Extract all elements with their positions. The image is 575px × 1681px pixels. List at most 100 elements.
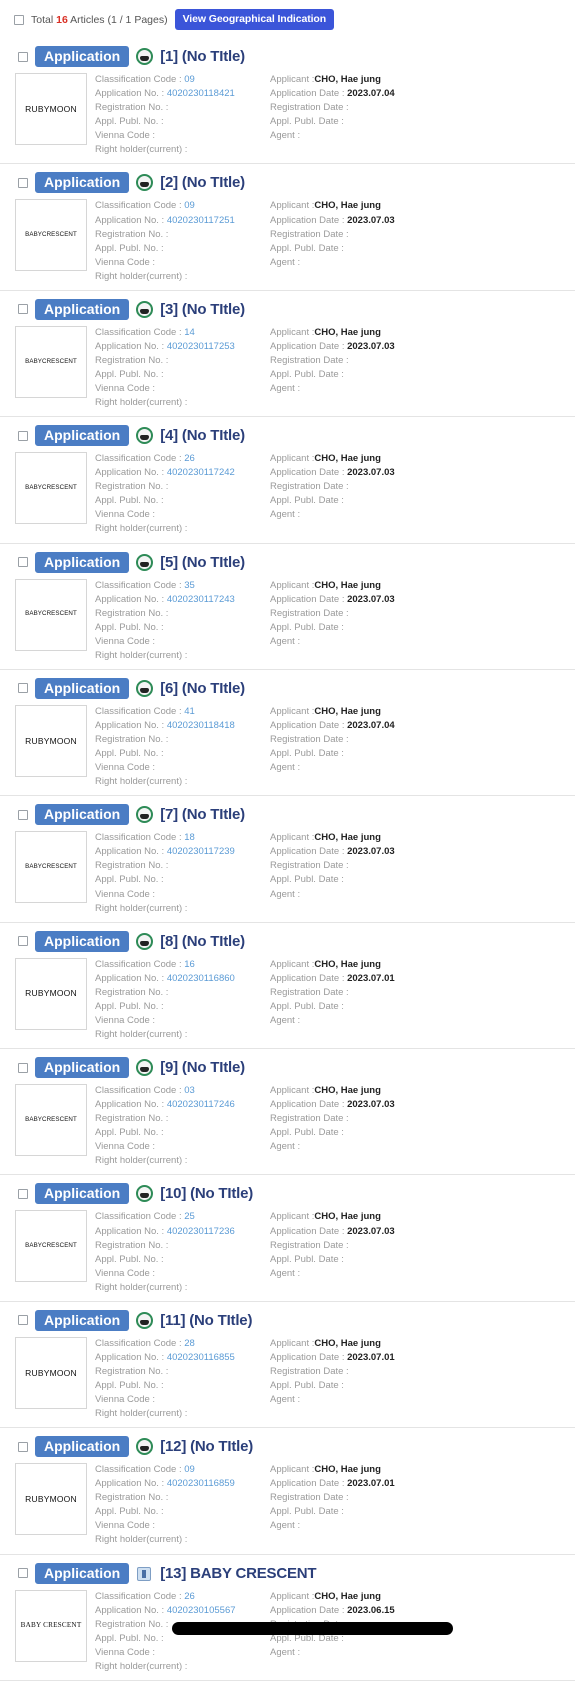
field-label: Applicant : — [270, 705, 315, 717]
field-registration-date: Registration Date : — [270, 1491, 575, 1505]
field-value: 18 — [184, 832, 195, 844]
view-geographical-indication-button[interactable]: View Geographical Indication — [174, 9, 335, 30]
field-label: Applicant : — [270, 1590, 315, 1602]
field-value[interactable]: 4020230116859 — [167, 1478, 235, 1489]
result-title[interactable]: [6] (No TItle) — [160, 680, 245, 697]
field-value[interactable]: 4020230117253 — [167, 341, 235, 352]
field-label: Agent : — [270, 1014, 301, 1026]
field-label: Right holder(current) : — [95, 776, 188, 788]
select-all-checkbox[interactable] — [14, 14, 24, 25]
result-select-checkbox[interactable] — [18, 1315, 28, 1326]
field-value[interactable]: 4020230117236 — [167, 1226, 235, 1237]
result-select-checkbox[interactable] — [18, 51, 28, 62]
result-item-2: Application [2] (No TItle) BABYCRESCENT … — [0, 164, 575, 291]
result-header: Application [13] BABY CRESCENT — [0, 1555, 575, 1590]
trademark-thumbnail[interactable]: BABYCRESCENT — [15, 1084, 87, 1157]
field-label: Appl. Publ. Date : — [270, 1506, 344, 1518]
trademark-thumbnail[interactable]: BABYCRESCENT — [15, 831, 87, 904]
result-title[interactable]: [3] (No TItle) — [160, 301, 245, 318]
field-appl-publ-date: Appl. Publ. Date : — [270, 1505, 575, 1519]
trademark-thumbnail[interactable]: BABYCRESCENT — [15, 199, 87, 272]
result-title[interactable]: [1] (No TItle) — [160, 48, 245, 65]
field-right-holder: Right holder(current) : — [95, 1028, 270, 1042]
result-title[interactable]: [10] (No TItle) — [160, 1185, 253, 1202]
result-select-checkbox[interactable] — [18, 936, 28, 947]
result-title[interactable]: [2] (No TItle) — [160, 174, 245, 191]
field-value[interactable]: 4020230118421 — [167, 88, 235, 99]
trademark-thumbnail[interactable]: RUBYMOON — [15, 957, 87, 1030]
result-select-checkbox[interactable] — [18, 1441, 28, 1452]
results-count-value: 16 — [56, 13, 68, 26]
field-value[interactable]: 4020230118418 — [167, 720, 235, 731]
field-value: 25 — [184, 1211, 195, 1223]
field-label: Vienna Code : — [95, 635, 156, 647]
result-select-checkbox[interactable] — [18, 430, 28, 441]
field-applicant: Applicant :CHO, Hae jung — [270, 831, 575, 845]
result-select-checkbox[interactable] — [18, 304, 28, 315]
trademark-thumbnail[interactable]: BABYCRESCENT — [15, 325, 87, 398]
field-label: Agent : — [270, 256, 301, 268]
field-vienna-code: Vienna Code : — [95, 382, 270, 396]
status-badge: Application — [35, 1057, 130, 1079]
result-select-checkbox[interactable] — [18, 1568, 28, 1579]
field-label: Applicant : — [270, 453, 315, 465]
result-select-checkbox[interactable] — [18, 1188, 28, 1199]
result-title[interactable]: [12] (No TItle) — [160, 1438, 253, 1455]
field-appl-publ-date: Appl. Publ. Date : — [270, 1126, 575, 1140]
field-value[interactable]: 4020230105567 — [167, 1605, 236, 1616]
field-applicant: Applicant :CHO, Hae jung — [270, 1210, 575, 1224]
field-value[interactable]: 4020230117243 — [167, 594, 235, 605]
result-select-checkbox[interactable] — [18, 1062, 28, 1073]
field-registration-no: Registration No. : — [95, 228, 270, 242]
result-fields: Classification Code : 28 Application No.… — [87, 1337, 575, 1421]
trademark-thumbnail[interactable]: RUBYMOON — [15, 1336, 87, 1409]
field-label: Appl. Publ. No. : — [95, 1632, 164, 1644]
field-agent: Agent : — [270, 761, 575, 775]
result-select-checkbox[interactable] — [18, 683, 28, 694]
trademark-thumbnail[interactable]: BABYCRESCENT — [15, 452, 87, 525]
field-agent: Agent : — [270, 1519, 575, 1533]
field-label: Classification Code : — [95, 1211, 182, 1223]
result-select-checkbox[interactable] — [18, 809, 28, 820]
field-applicant: Applicant :CHO, Hae jung — [270, 579, 575, 593]
field-value[interactable]: 4020230116855 — [167, 1352, 235, 1363]
field-value[interactable]: 4020230117242 — [167, 467, 235, 478]
field-label: Registration No. : — [95, 481, 169, 493]
result-title[interactable]: [8] (No TItle) — [160, 933, 245, 950]
field-label: Registration Date : — [270, 860, 349, 872]
result-title[interactable]: [9] (No TItle) — [160, 1059, 245, 1076]
field-agent: Agent : — [270, 888, 575, 902]
field-value: 26 — [184, 1590, 195, 1602]
field-label: Registration Date : — [270, 1492, 349, 1504]
result-fields: Classification Code : 35 Application No.… — [87, 579, 575, 663]
result-body: RUBYMOON Classification Code : 28 Applic… — [0, 1336, 575, 1421]
result-title[interactable]: [7] (No TItle) — [160, 806, 245, 823]
result-title[interactable]: [5] (No TItle) — [160, 554, 245, 571]
field-agent: Agent : — [270, 1014, 575, 1028]
result-select-checkbox[interactable] — [18, 557, 28, 568]
trademark-thumbnail[interactable]: RUBYMOON — [15, 73, 87, 146]
trademark-thumbnail[interactable]: BABYCRESCENT — [15, 1210, 87, 1283]
result-title[interactable]: [13] BABY CRESCENT — [160, 1565, 316, 1582]
field-value[interactable]: 4020230116860 — [167, 973, 235, 984]
trademark-thumbnail[interactable]: BABYCRESCENT — [15, 578, 87, 651]
result-title[interactable]: [11] (No TItle) — [160, 1312, 252, 1329]
trademark-thumbnail-text: BABYCRESCENT — [25, 610, 77, 618]
field-value: 09 — [184, 1464, 195, 1476]
result-header: Application [9] (No TItle) — [0, 1049, 575, 1084]
field-registration-no: Registration No. : — [95, 607, 270, 621]
field-value[interactable]: 4020230117239 — [167, 846, 235, 857]
field-label: Classification Code : — [95, 579, 182, 591]
field-value[interactable]: 4020230117251 — [167, 215, 235, 226]
trademark-thumbnail[interactable]: RUBYMOON — [15, 1463, 87, 1536]
field-registration-date: Registration Date : — [270, 1112, 575, 1126]
field-label: Registration Date : — [270, 734, 349, 746]
trademark-thumbnail[interactable]: RUBYMOON — [15, 704, 87, 777]
result-select-checkbox[interactable] — [18, 177, 28, 188]
field-value[interactable]: 4020230117246 — [167, 1099, 235, 1110]
field-label: Application Date : — [270, 1225, 345, 1237]
field-application-no: Application No. : 4020230117239 — [95, 845, 270, 859]
trademark-figure-icon — [136, 427, 154, 445]
result-title[interactable]: [4] (No TItle) — [160, 427, 245, 444]
trademark-thumbnail[interactable]: BABY CRESCENT — [15, 1589, 87, 1662]
